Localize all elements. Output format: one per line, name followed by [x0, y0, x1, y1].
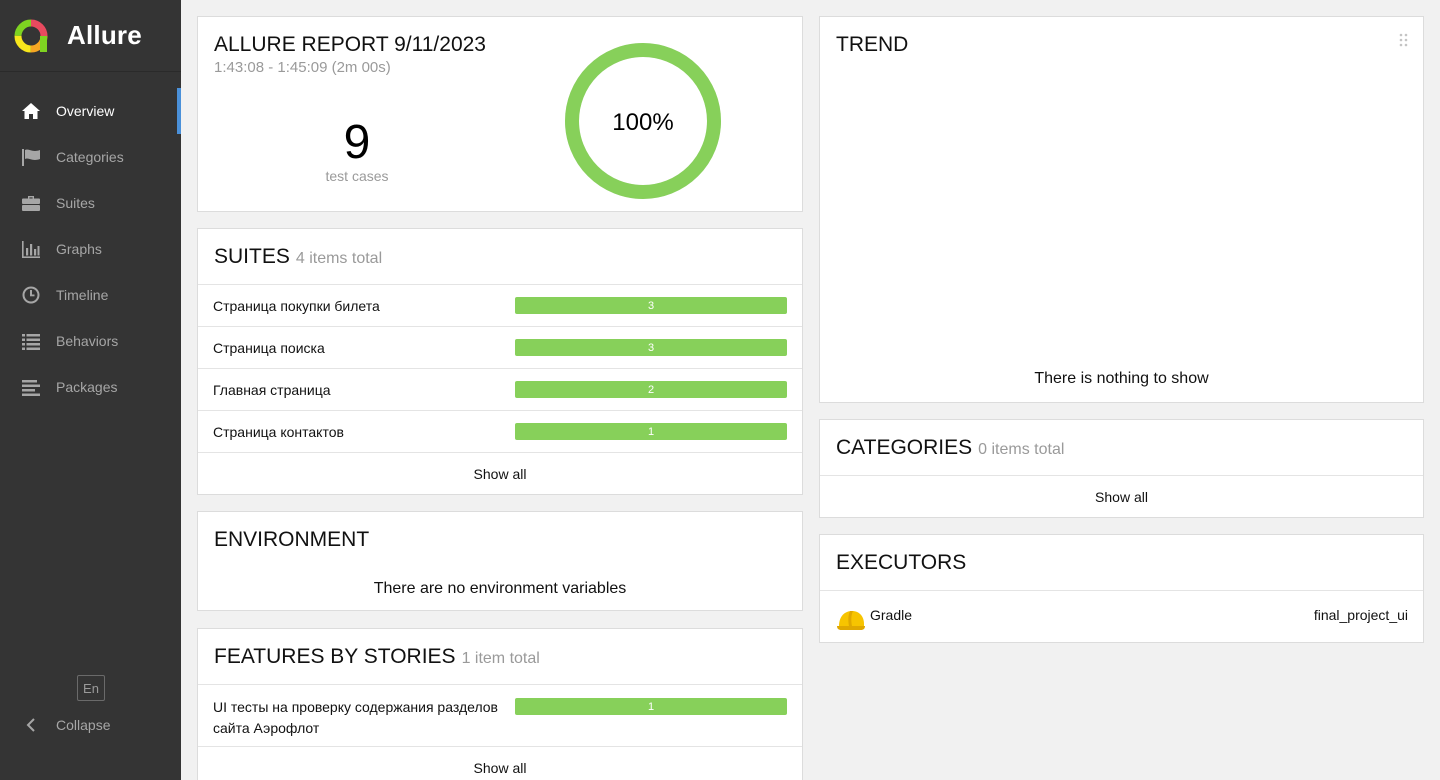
- features-list: UI тесты на проверку содержания разделов…: [198, 684, 802, 780]
- language-button[interactable]: En: [77, 675, 105, 701]
- suites-widget: SUITES 4 items total Страница покупки би…: [197, 228, 803, 495]
- categories-title: CATEGORIES: [836, 436, 973, 459]
- suite-row[interactable]: Страница покупки билета 3: [198, 285, 802, 327]
- features-show-all-link[interactable]: Show all: [198, 747, 802, 780]
- report-time-range: 1:43:08 - 1:45:09 (2m 00s): [214, 59, 391, 76]
- test-case-count-label: test cases: [325, 168, 389, 184]
- features-count: 1 item total: [461, 650, 540, 667]
- suite-name: Страница покупки билета: [213, 297, 380, 314]
- suites-show-all-link[interactable]: Show all: [198, 453, 802, 494]
- suites-list: Страница покупки билета 3 Страница поиск…: [198, 284, 802, 494]
- suite-status-bar: 1: [515, 423, 787, 440]
- feature-status-bar: 1: [515, 698, 787, 715]
- sidebar-item-categories[interactable]: Categories: [0, 134, 181, 180]
- sidebar-item-label: Behaviors: [56, 333, 119, 349]
- executor-name: Gradle: [870, 607, 913, 623]
- sidebar-nav: Overview Categories Suites Graphs Timeli…: [0, 88, 181, 410]
- suite-status-bar: 2: [515, 381, 787, 398]
- suite-status-bar: 3: [515, 297, 787, 314]
- environment-header: ENVIRONMENT: [198, 512, 802, 552]
- trend-empty-message: There is nothing to show: [1034, 370, 1209, 387]
- environment-title: ENVIRONMENT: [214, 528, 370, 551]
- categories-widget: CATEGORIES 0 items total Show all: [819, 419, 1424, 518]
- sidebar-item-suites[interactable]: Suites: [0, 180, 181, 226]
- hard-hat-icon: [837, 611, 865, 630]
- executors-widget: EXECUTORS Gradle final_project_ui: [819, 534, 1424, 643]
- sidebar: Allure Overview Categories Suites Graphs: [0, 0, 181, 780]
- drag-handle-icon[interactable]: [1399, 33, 1409, 47]
- environment-empty-message: There are no environment variables: [373, 580, 627, 597]
- trend-header: TREND: [820, 17, 1423, 57]
- suite-row[interactable]: Страница поиска 3: [198, 327, 802, 369]
- briefcase-icon: [20, 192, 42, 214]
- suites-title: SUITES: [214, 245, 290, 268]
- environment-widget: ENVIRONMENT There are no environment var…: [197, 511, 803, 611]
- suite-status-bar: 3: [515, 339, 787, 356]
- collapse-label: Collapse: [56, 717, 111, 733]
- sidebar-item-graphs[interactable]: Graphs: [0, 226, 181, 272]
- suite-name: Страница контактов: [213, 423, 344, 440]
- sidebar-item-label: Timeline: [56, 287, 109, 303]
- categories-show-all-link[interactable]: Show all: [820, 476, 1423, 517]
- align-left-icon: [20, 376, 42, 398]
- features-title: FEATURES BY STORIES: [214, 645, 456, 668]
- report-title: ALLURE REPORT 9/11/2023: [214, 33, 486, 56]
- executors-divider: [820, 590, 1423, 591]
- trend-widget: TREND There is nothing to show: [819, 16, 1424, 403]
- suite-row[interactable]: Главная страница 2: [198, 369, 802, 411]
- allure-logo-icon: [14, 19, 48, 52]
- brand[interactable]: Allure: [0, 0, 181, 72]
- suite-row[interactable]: Страница контактов 1: [198, 411, 802, 453]
- sidebar-item-behaviors[interactable]: Behaviors: [0, 318, 181, 364]
- sidebar-item-label: Packages: [56, 379, 118, 395]
- categories-header: CATEGORIES 0 items total: [820, 420, 1423, 460]
- sidebar-item-timeline[interactable]: Timeline: [0, 272, 181, 318]
- bar-chart-icon: [20, 238, 42, 260]
- categories-list: Show all: [820, 475, 1423, 517]
- sidebar-item-label: Suites: [56, 195, 95, 211]
- feature-row[interactable]: UI тесты на проверку содержания разделов…: [198, 685, 802, 747]
- categories-count: 0 items total: [978, 441, 1065, 458]
- app-name: Allure: [67, 20, 142, 50]
- clock-icon: [20, 284, 42, 306]
- features-header: FEATURES BY STORIES 1 item total: [198, 629, 802, 669]
- sidebar-item-label: Categories: [56, 149, 124, 165]
- sidebar-item-label: Overview: [56, 103, 115, 119]
- sidebar-item-overview[interactable]: Overview: [0, 88, 181, 134]
- executor-row[interactable]: Gradle final_project_ui: [836, 605, 1408, 635]
- executors-header: EXECUTORS: [820, 535, 1423, 575]
- suites-header: SUITES 4 items total: [198, 229, 802, 269]
- summary-widget: ALLURE REPORT 9/11/2023 1:43:08 - 1:45:0…: [197, 16, 803, 212]
- suite-name: Главная страница: [213, 381, 331, 398]
- executors-title: EXECUTORS: [836, 551, 967, 574]
- test-case-count: 9: [343, 116, 371, 169]
- pass-rate-donut[interactable]: 100%: [564, 42, 722, 200]
- executor-build-link[interactable]: final_project_ui: [1314, 607, 1408, 623]
- collapse-button[interactable]: Collapse: [20, 712, 110, 738]
- pass-rate-label: 100%: [612, 109, 673, 136]
- feature-name: UI тесты на проверку содержания разделов…: [213, 699, 498, 736]
- sidebar-item-label: Graphs: [56, 241, 102, 257]
- chevron-left-icon: [20, 718, 42, 732]
- home-icon: [20, 100, 42, 122]
- suite-name: Страница поиска: [213, 339, 325, 356]
- sidebar-item-packages[interactable]: Packages: [0, 364, 181, 410]
- suites-count: 4 items total: [295, 250, 383, 267]
- trend-title: TREND: [836, 33, 909, 56]
- flag-icon: [20, 146, 42, 168]
- list-icon: [20, 330, 42, 352]
- features-widget: FEATURES BY STORIES 1 item total UI тест…: [197, 628, 803, 780]
